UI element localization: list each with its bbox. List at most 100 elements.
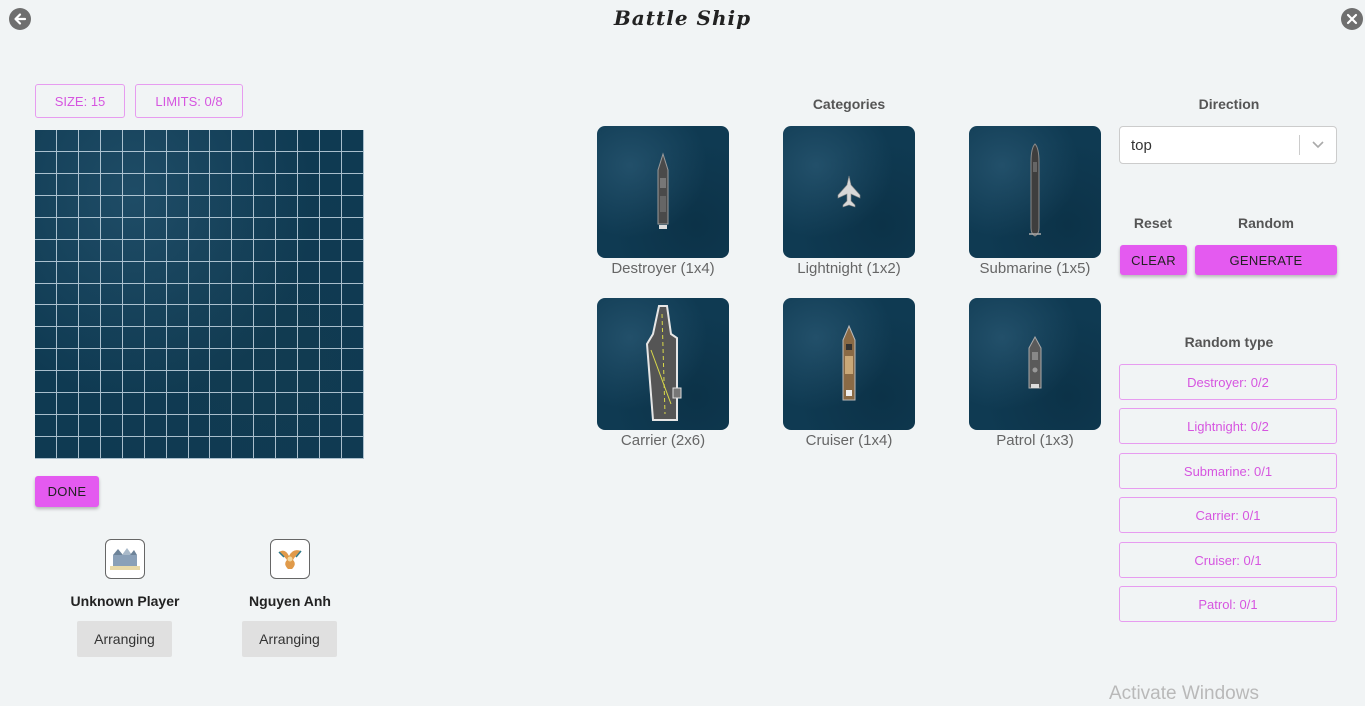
board-cell[interactable] bbox=[342, 217, 364, 240]
board-cell[interactable] bbox=[78, 437, 101, 459]
board-cell[interactable] bbox=[320, 393, 343, 416]
board-cell[interactable] bbox=[188, 239, 211, 262]
board-cell[interactable] bbox=[298, 305, 321, 328]
board-cell[interactable] bbox=[144, 283, 167, 306]
board-cell[interactable] bbox=[144, 393, 167, 416]
board-cell[interactable] bbox=[188, 283, 211, 306]
board-cell[interactable] bbox=[100, 371, 123, 394]
board-cell[interactable] bbox=[144, 173, 167, 196]
board-cell[interactable] bbox=[122, 151, 145, 174]
board-cell[interactable] bbox=[78, 130, 101, 152]
board-cell[interactable] bbox=[342, 195, 364, 218]
board-cell[interactable] bbox=[78, 371, 101, 394]
board-cell[interactable] bbox=[320, 217, 343, 240]
board-cell[interactable] bbox=[122, 437, 145, 459]
board-cell[interactable] bbox=[298, 239, 321, 262]
board-cell[interactable] bbox=[35, 195, 57, 218]
board-cell[interactable] bbox=[100, 261, 123, 284]
board-cell[interactable] bbox=[35, 261, 57, 284]
board-cell[interactable] bbox=[210, 283, 233, 306]
board-cell[interactable] bbox=[210, 173, 233, 196]
board-cell[interactable] bbox=[232, 173, 255, 196]
board-cell[interactable] bbox=[210, 130, 233, 152]
board-cell[interactable] bbox=[276, 261, 299, 284]
board-cell[interactable] bbox=[78, 327, 101, 350]
board-cell[interactable] bbox=[276, 349, 299, 372]
board-cell[interactable] bbox=[320, 195, 343, 218]
board-cell[interactable] bbox=[276, 217, 299, 240]
board-cell[interactable] bbox=[254, 371, 277, 394]
board-cell[interactable] bbox=[166, 415, 189, 438]
board-cell[interactable] bbox=[78, 393, 101, 416]
board-cell[interactable] bbox=[342, 239, 364, 262]
board-cell[interactable] bbox=[232, 393, 255, 416]
board-cell[interactable] bbox=[342, 371, 364, 394]
board-cell[interactable] bbox=[166, 130, 189, 152]
board-cell[interactable] bbox=[232, 283, 255, 306]
board-cell[interactable] bbox=[298, 393, 321, 416]
board-cell[interactable] bbox=[78, 283, 101, 306]
board-cell[interactable] bbox=[144, 151, 167, 174]
board-cell[interactable] bbox=[254, 151, 277, 174]
board-cell[interactable] bbox=[100, 437, 123, 459]
board-cell[interactable] bbox=[232, 195, 255, 218]
board-cell[interactable] bbox=[254, 283, 277, 306]
board-cell[interactable] bbox=[232, 217, 255, 240]
board-cell[interactable] bbox=[100, 173, 123, 196]
board-cell[interactable] bbox=[254, 261, 277, 284]
board-cell[interactable] bbox=[298, 217, 321, 240]
board-cell[interactable] bbox=[166, 305, 189, 328]
board-cell[interactable] bbox=[100, 239, 123, 262]
board-cell[interactable] bbox=[254, 217, 277, 240]
board-cell[interactable] bbox=[298, 261, 321, 284]
random-type-carrier[interactable]: Carrier: 0/1 bbox=[1119, 497, 1337, 533]
board-cell[interactable] bbox=[232, 349, 255, 372]
board-cell[interactable] bbox=[276, 327, 299, 350]
board-cell[interactable] bbox=[276, 371, 299, 394]
ship-carrier[interactable]: Carrier (2x6) bbox=[597, 298, 743, 449]
direction-select[interactable]: top bbox=[1119, 126, 1337, 164]
board-cell[interactable] bbox=[276, 393, 299, 416]
board-cell[interactable] bbox=[122, 349, 145, 372]
board-cell[interactable] bbox=[56, 371, 79, 394]
board-cell[interactable] bbox=[188, 437, 211, 459]
board-cell[interactable] bbox=[166, 437, 189, 459]
board-cell[interactable] bbox=[166, 393, 189, 416]
board-cell[interactable] bbox=[298, 195, 321, 218]
board-cell[interactable] bbox=[254, 349, 277, 372]
board-cell[interactable] bbox=[232, 305, 255, 328]
board-cell[interactable] bbox=[276, 305, 299, 328]
board-cell[interactable] bbox=[276, 173, 299, 196]
board-cell[interactable] bbox=[254, 415, 277, 438]
board-cell[interactable] bbox=[210, 151, 233, 174]
board-cell[interactable] bbox=[122, 130, 145, 152]
board-cell[interactable] bbox=[210, 239, 233, 262]
board-cell[interactable] bbox=[298, 371, 321, 394]
board-cell[interactable] bbox=[144, 261, 167, 284]
board-cell[interactable] bbox=[188, 415, 211, 438]
board-cell[interactable] bbox=[232, 239, 255, 262]
board-cell[interactable] bbox=[144, 437, 167, 459]
board-cell[interactable] bbox=[188, 173, 211, 196]
board-cell[interactable] bbox=[100, 217, 123, 240]
random-type-submarine[interactable]: Submarine: 0/1 bbox=[1119, 453, 1337, 489]
board-cell[interactable] bbox=[78, 195, 101, 218]
random-type-patrol[interactable]: Patrol: 0/1 bbox=[1119, 586, 1337, 622]
board-cell[interactable] bbox=[188, 393, 211, 416]
board-cell[interactable] bbox=[56, 327, 79, 350]
board-cell[interactable] bbox=[166, 261, 189, 284]
board-cell[interactable] bbox=[254, 173, 277, 196]
game-board[interactable] bbox=[35, 130, 364, 459]
board-cell[interactable] bbox=[210, 393, 233, 416]
random-type-cruiser[interactable]: Cruiser: 0/1 bbox=[1119, 542, 1337, 578]
board-cell[interactable] bbox=[78, 261, 101, 284]
board-cell[interactable] bbox=[35, 173, 57, 196]
board-cell[interactable] bbox=[254, 239, 277, 262]
board-cell[interactable] bbox=[298, 173, 321, 196]
random-type-destroyer[interactable]: Destroyer: 0/2 bbox=[1119, 364, 1337, 400]
board-cell[interactable] bbox=[342, 151, 364, 174]
board-cell[interactable] bbox=[166, 195, 189, 218]
board-cell[interactable] bbox=[276, 195, 299, 218]
board-cell[interactable] bbox=[122, 371, 145, 394]
board-cell[interactable] bbox=[100, 415, 123, 438]
